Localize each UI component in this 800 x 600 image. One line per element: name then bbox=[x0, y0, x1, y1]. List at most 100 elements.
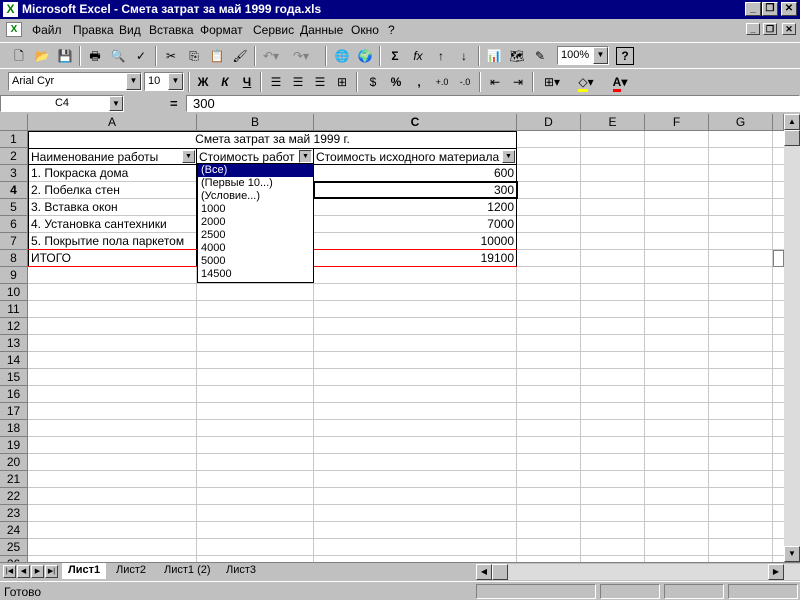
col-header-e[interactable]: E bbox=[581, 114, 645, 131]
print-icon[interactable]: 🖶 bbox=[84, 46, 106, 66]
table-cell-material[interactable]: 600 bbox=[314, 165, 516, 181]
next-sheet-icon[interactable]: ▶ bbox=[31, 565, 44, 578]
paste-icon[interactable]: 📋 bbox=[206, 46, 228, 66]
comma-style-button[interactable]: , bbox=[408, 72, 430, 92]
percent-style-button[interactable]: % bbox=[385, 72, 407, 92]
row-header[interactable]: 2 bbox=[0, 148, 28, 165]
row-header[interactable]: 18 bbox=[0, 420, 28, 437]
row-header[interactable]: 3 bbox=[0, 165, 28, 182]
row-header[interactable]: 13 bbox=[0, 335, 28, 352]
save-icon[interactable]: 💾 bbox=[54, 46, 76, 66]
excel-icon[interactable]: X bbox=[3, 2, 18, 17]
dropdown-item[interactable]: (Условие...) bbox=[198, 190, 313, 203]
table-cell-name[interactable]: 3. Вставка окон bbox=[29, 199, 196, 215]
header-cell-a2[interactable]: Наименование работы bbox=[29, 149, 181, 165]
table-cell-name[interactable]: 5. Покрытие пола паркетом bbox=[29, 233, 196, 249]
dropdown-item[interactable]: 1000 bbox=[198, 203, 313, 216]
autofilter-arrow-icon[interactable]: ▼ bbox=[299, 150, 312, 163]
dropdown-item[interactable]: 4000 bbox=[198, 242, 313, 255]
autofilter-dropdown[interactable]: (Все) (Первые 10...) (Условие...) 1000 2… bbox=[197, 163, 314, 283]
chart-wizard-icon[interactable]: 📊 bbox=[483, 46, 505, 66]
scroll-left-icon[interactable]: ◀ bbox=[476, 564, 492, 580]
table-cell-name[interactable]: 4. Установка сантехники bbox=[29, 216, 196, 232]
total-label-cell[interactable]: ИТОГО bbox=[29, 250, 196, 266]
col-header-c[interactable]: C bbox=[314, 114, 517, 131]
doc-minimize-button[interactable]: _ bbox=[746, 23, 760, 35]
col-header-f[interactable]: F bbox=[645, 114, 709, 131]
autofilter-arrow-icon[interactable]: ▼ bbox=[502, 150, 515, 163]
redo-icon[interactable]: ↷▾ bbox=[290, 46, 312, 66]
row-header[interactable]: 8 bbox=[0, 250, 28, 267]
total-value-cell[interactable]: 19100 bbox=[314, 250, 516, 266]
col-header-d[interactable]: D bbox=[517, 114, 581, 131]
row-header[interactable]: 12 bbox=[0, 318, 28, 335]
row-header[interactable]: 14 bbox=[0, 352, 28, 369]
borders-icon[interactable]: ⊞▾ bbox=[537, 72, 567, 92]
header-cell-c2[interactable]: Стоимость исходного материала bbox=[314, 149, 502, 165]
menu-help[interactable]: ? bbox=[388, 23, 395, 37]
copy-icon[interactable]: ⎘ bbox=[183, 46, 205, 66]
table-cell-material[interactable]: 1200 bbox=[314, 199, 516, 215]
scroll-thumb[interactable] bbox=[492, 564, 508, 580]
dropdown-item[interactable]: (Первые 10...) bbox=[198, 177, 313, 190]
vertical-scrollbar[interactable]: ▲ ▼ bbox=[784, 114, 800, 562]
sort-ascending-icon[interactable]: ↑ bbox=[430, 46, 452, 66]
tab-sheet2[interactable]: Лист2 bbox=[110, 563, 152, 579]
hyperlink-icon[interactable]: 🌐 bbox=[331, 46, 353, 66]
menu-insert[interactable]: Вставка bbox=[149, 23, 194, 37]
name-box[interactable]: C4 ▼ bbox=[0, 95, 124, 112]
select-all-corner[interactable] bbox=[0, 114, 28, 131]
doc-restore-button[interactable]: ❐ bbox=[763, 23, 777, 35]
cut-icon[interactable]: ✂ bbox=[160, 46, 182, 66]
underline-button[interactable]: Ч bbox=[236, 72, 258, 92]
table-cell-name[interactable]: 2. Побелка стен bbox=[29, 182, 196, 198]
equals-sign[interactable]: = bbox=[170, 96, 178, 111]
row-header[interactable]: 25 bbox=[0, 539, 28, 556]
dropdown-item[interactable]: 2000 bbox=[198, 216, 313, 229]
menu-data[interactable]: Данные bbox=[300, 23, 343, 37]
dropdown-item[interactable]: (Все) bbox=[198, 164, 313, 177]
chevron-down-icon[interactable]: ▼ bbox=[593, 47, 608, 64]
scroll-up-icon[interactable]: ▲ bbox=[784, 114, 800, 130]
autosum-icon[interactable]: Σ bbox=[384, 46, 406, 66]
col-header-g[interactable]: G bbox=[709, 114, 773, 131]
row-header[interactable]: 15 bbox=[0, 369, 28, 386]
sheet-title-cell[interactable]: Смета затрат за май 1999 г. bbox=[28, 131, 517, 147]
zoom-select[interactable]: 100% ▼ bbox=[557, 46, 609, 65]
row-header[interactable]: 24 bbox=[0, 522, 28, 539]
menu-format[interactable]: Формат bbox=[200, 23, 243, 37]
row-header[interactable]: 6 bbox=[0, 216, 28, 233]
spelling-icon[interactable]: ✓ bbox=[130, 46, 152, 66]
menu-edit[interactable]: Правка bbox=[73, 23, 114, 37]
col-header-h[interactable] bbox=[773, 114, 784, 131]
row-header[interactable]: 17 bbox=[0, 403, 28, 420]
spreadsheet-grid[interactable]: A B C D E F G 1 2 3 4 5 6 7 8 9 10 11 12… bbox=[0, 114, 784, 562]
sort-descending-icon[interactable]: ↓ bbox=[453, 46, 475, 66]
chevron-down-icon[interactable]: ▼ bbox=[168, 73, 183, 90]
chevron-down-icon[interactable]: ▼ bbox=[109, 96, 123, 111]
dropdown-item[interactable]: 2500 bbox=[198, 229, 313, 242]
last-sheet-icon[interactable]: ▶| bbox=[45, 565, 58, 578]
print-preview-icon[interactable]: 🔍 bbox=[107, 46, 129, 66]
open-icon[interactable]: 📂 bbox=[31, 46, 53, 66]
dropdown-item[interactable]: 14500 bbox=[198, 268, 313, 281]
col-header-b[interactable]: B bbox=[197, 114, 314, 131]
doc-close-button[interactable]: ✕ bbox=[782, 23, 796, 35]
align-left-icon[interactable]: ☰ bbox=[265, 72, 287, 92]
menu-window[interactable]: Окно bbox=[351, 23, 379, 37]
web-toolbar-icon[interactable]: 🌍 bbox=[354, 46, 376, 66]
tab-sheet3[interactable]: Лист3 bbox=[220, 563, 262, 579]
help-icon[interactable]: ? bbox=[616, 47, 634, 65]
close-button[interactable]: ✕ bbox=[781, 2, 797, 16]
horizontal-scrollbar[interactable]: ◀ ▶ bbox=[476, 564, 800, 580]
document-icon[interactable]: X bbox=[6, 22, 22, 37]
row-header[interactable]: 7 bbox=[0, 233, 28, 250]
decrease-indent-icon[interactable]: ⇤ bbox=[484, 72, 506, 92]
row-header[interactable]: 22 bbox=[0, 488, 28, 505]
function-wizard-icon[interactable]: fx bbox=[407, 46, 429, 66]
font-color-icon[interactable]: A▾ bbox=[604, 72, 636, 92]
first-sheet-icon[interactable]: |◀ bbox=[3, 565, 16, 578]
format-painter-icon[interactable]: 🖌 bbox=[229, 46, 251, 66]
align-right-icon[interactable]: ☰ bbox=[309, 72, 331, 92]
autofilter-arrow-icon[interactable]: ▼ bbox=[182, 150, 195, 163]
